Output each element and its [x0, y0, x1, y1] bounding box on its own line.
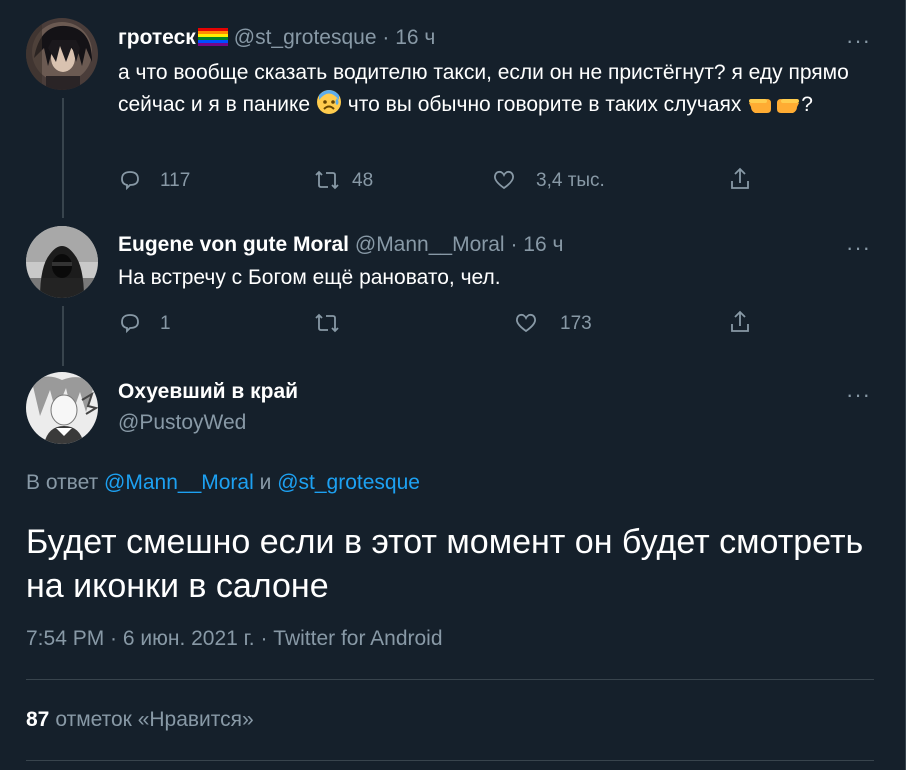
thread-connector — [62, 98, 64, 218]
likes-label: отметок «Нравится» — [55, 708, 254, 731]
like-count: 173 — [560, 313, 592, 334]
tweet-timestamp[interactable]: 7:54 PM · 6 июн. 2021 г. · Twitter for A… — [26, 627, 443, 651]
reply-icon — [121, 171, 139, 191]
heart-icon — [494, 170, 514, 190]
display-name[interactable]: Eugene von gute Moral — [118, 233, 349, 256]
reply-context: В ответ @Mann__Moral и @st_grotesque — [26, 471, 420, 495]
divider — [26, 760, 874, 761]
reply-user-link[interactable]: @Mann__Moral — [104, 471, 254, 494]
reply-icon — [121, 314, 139, 334]
more-options-icon[interactable]: ··· — [846, 237, 871, 259]
reply-prefix: В ответ — [26, 471, 99, 494]
display-name[interactable]: Охуевший в край — [118, 380, 298, 404]
reply-and: и — [259, 471, 272, 494]
display-name-text: Охуевший в край — [118, 380, 299, 403]
tweet-text: а что вообще сказать водителю такси, есл… — [118, 57, 878, 125]
handle[interactable]: @st_grotesque — [234, 26, 377, 49]
display-name[interactable]: гротеск — [118, 26, 196, 49]
retweet-icon — [315, 313, 339, 333]
divider — [26, 679, 874, 680]
retweet-icon — [315, 170, 339, 190]
thread-connector — [62, 306, 64, 366]
anxious-sweat-face-icon — [316, 89, 342, 125]
separator: · — [510, 233, 518, 256]
share-icon — [731, 310, 749, 332]
tweet-text-part: ? — [801, 93, 813, 116]
tweet-time[interactable]: 16 ч — [523, 233, 563, 256]
more-options-icon[interactable]: ··· — [846, 30, 871, 52]
reply-user-link[interactable]: @st_grotesque — [277, 471, 420, 494]
pointing-hands-icon — [747, 91, 801, 125]
separator: · — [382, 26, 390, 49]
avatar[interactable] — [26, 18, 98, 90]
handle[interactable]: @Mann__Moral — [355, 233, 505, 256]
avatar[interactable] — [26, 226, 98, 298]
handle-text: @PustoyWed — [118, 411, 247, 434]
likes-count: 87 — [26, 708, 50, 731]
rainbow-flag-icon — [197, 28, 228, 46]
tweet-header: Eugene von gute Moral @Mann__Moral · 16 … — [118, 233, 563, 257]
tweet-thread: гротеск @st_grotesque · 16 ч ··· а что во… — [0, 0, 906, 770]
reply-count: 117 — [160, 170, 191, 191]
retweet-count: 48 — [352, 170, 374, 191]
heart-icon — [516, 313, 536, 333]
like-count: 3,4 тыс. — [536, 170, 605, 191]
more-options-icon[interactable]: ··· — [846, 384, 871, 406]
tweet-time[interactable]: 16 ч — [395, 26, 435, 49]
handle[interactable]: @PustoyWed — [118, 411, 246, 435]
share-icon — [731, 167, 749, 189]
tweet-text: На встречу с Богом ещё рановато, чел. — [118, 266, 501, 289]
main-tweet-text: Будет смешно если в этот момент он будет… — [26, 523, 864, 605]
tweet-header: гротеск @st_grotesque · 16 ч — [118, 26, 435, 50]
reply-count: 1 — [160, 313, 171, 334]
avatar[interactable] — [26, 372, 98, 444]
likes-stat[interactable]: 87 отметок «Нравится» — [26, 708, 254, 732]
tweet-text-part: что вы обычно говорите в таких случаях — [341, 93, 748, 116]
